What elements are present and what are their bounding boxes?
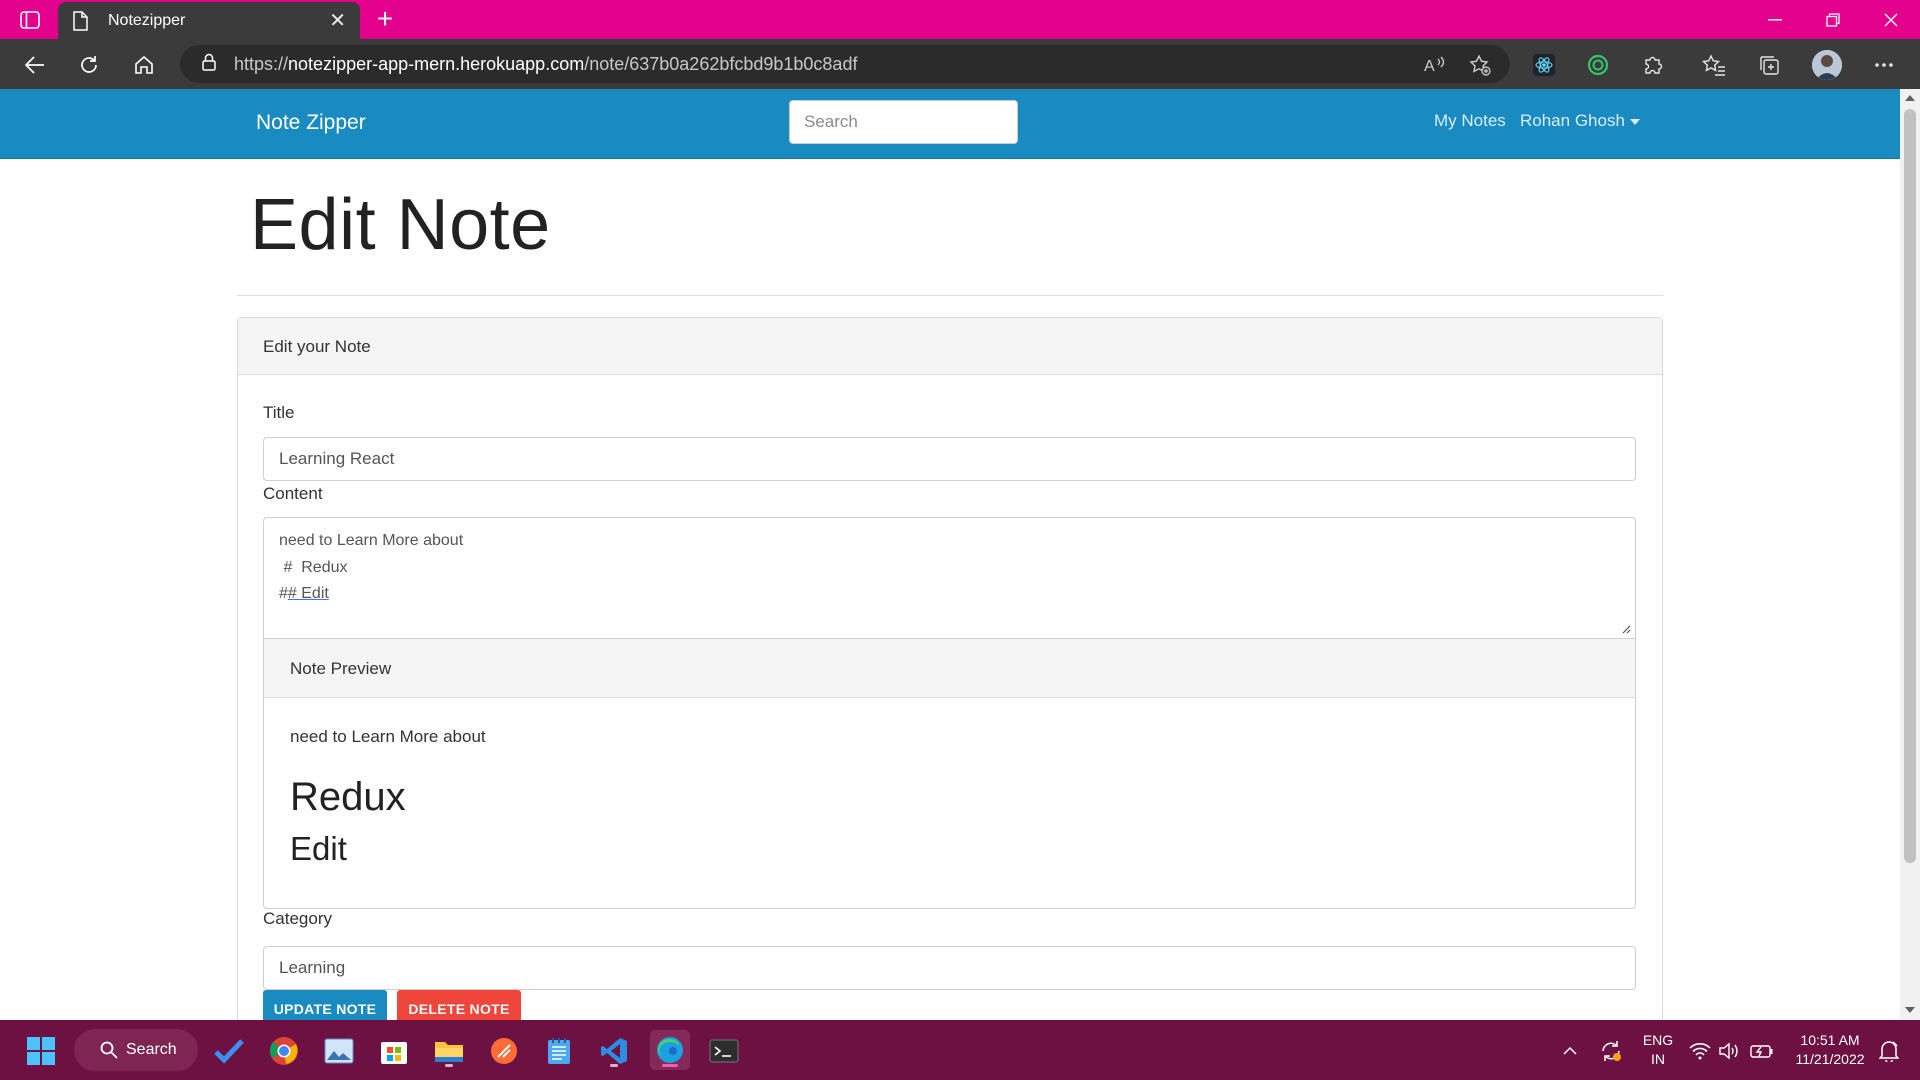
title-label: Title: [263, 403, 295, 422]
taskbar-search[interactable]: Search: [74, 1029, 198, 1071]
delete-note-button[interactable]: DELETE NOTE: [397, 990, 521, 1020]
restore-button[interactable]: [1804, 0, 1862, 39]
running-indicator: [445, 1064, 453, 1067]
extensions-puzzle-icon[interactable]: [1636, 48, 1670, 82]
todo-app-icon[interactable]: [210, 1032, 248, 1070]
notification-bell-icon[interactable]: [1876, 1032, 1902, 1070]
scroll-thumb[interactable]: [1904, 109, 1916, 863]
user-menu-dropdown[interactable]: Rohan Ghosh: [1520, 111, 1640, 131]
extension-green-icon[interactable]: [1581, 48, 1615, 82]
notepad-icon[interactable]: [540, 1032, 578, 1070]
search-icon: [100, 1041, 118, 1059]
postman-icon[interactable]: [485, 1032, 523, 1070]
url-text: https://notezipper-app-mern.herokuapp.co…: [234, 53, 858, 74]
category-label: Category: [263, 909, 332, 928]
scroll-down-icon[interactable]: [1905, 1007, 1915, 1013]
page-title: Edit Note: [250, 185, 551, 265]
title-input[interactable]: [263, 437, 1636, 481]
svg-text:A: A: [1424, 58, 1435, 74]
update-note-button[interactable]: UPDATE NOTE: [263, 990, 387, 1020]
clock-time: 10:51 AM: [1800, 1032, 1860, 1048]
url-field[interactable]: https://notezipper-app-mern.herokuapp.co…: [180, 45, 1510, 83]
active-indicator: [662, 1064, 678, 1067]
lock-icon[interactable]: [202, 53, 216, 76]
resize-handle-icon[interactable]: [1621, 624, 1631, 634]
browser-tab[interactable]: Notezipper ✕: [58, 2, 360, 39]
chevron-down-icon: [1629, 118, 1640, 125]
minimize-button[interactable]: [1746, 0, 1804, 39]
refresh-button[interactable]: [72, 48, 106, 82]
react-devtools-icon[interactable]: [1527, 48, 1561, 82]
show-hidden-icons[interactable]: [1551, 1032, 1589, 1070]
close-tab-icon[interactable]: ✕: [329, 8, 346, 33]
card-header: Edit your Note: [238, 318, 1662, 375]
vscode-icon[interactable]: [595, 1032, 633, 1070]
preview-paragraph: need to Learn More about: [290, 727, 486, 746]
my-notes-link[interactable]: My Notes: [1434, 111, 1506, 131]
wifi-icon[interactable]: [1686, 1032, 1714, 1070]
preview-heading-1: Redux: [290, 775, 406, 819]
category-input[interactable]: [263, 946, 1636, 990]
content-line: ## Edit: [279, 585, 329, 602]
tab-actions-icon[interactable]: [16, 8, 44, 32]
user-name: Rohan Ghosh: [1520, 111, 1625, 130]
clock[interactable]: 10:51 AM 11/21/2022: [1786, 1031, 1874, 1069]
content-label: Content: [263, 484, 323, 503]
search-input[interactable]: [789, 100, 1018, 144]
volume-icon[interactable]: [1716, 1032, 1744, 1070]
battery-icon[interactable]: [1748, 1032, 1776, 1070]
home-button[interactable]: [127, 48, 161, 82]
title-divider: [237, 295, 1663, 296]
preview-body: need to Learn More about Redux Edit: [264, 698, 1635, 897]
back-button[interactable]: [18, 48, 52, 82]
add-favorite-icon[interactable]: [1463, 48, 1497, 82]
edge-icon[interactable]: [650, 1030, 690, 1070]
collections-icon[interactable]: [1752, 48, 1786, 82]
page-icon: [72, 10, 94, 31]
address-bar-row: https://notezipper-app-mern.herokuapp.co…: [0, 39, 1920, 89]
content-line: need to Learn More about: [279, 532, 464, 549]
taskbar-search-label: Search: [126, 1041, 177, 1058]
page-scrollbar[interactable]: [1900, 89, 1920, 1020]
microsoft-store-icon[interactable]: [375, 1032, 413, 1070]
terminal-icon[interactable]: [705, 1032, 743, 1070]
profile-avatar[interactable]: [1812, 50, 1842, 80]
windows-taskbar: Search ENG IN 10:51 AM 11/21/2022: [0, 1020, 1920, 1080]
preview-heading-2: Edit: [290, 830, 347, 867]
language-indicator[interactable]: ENG IN: [1640, 1031, 1676, 1069]
content-textarea[interactable]: need to Learn More about # Redux ## Edit: [263, 517, 1636, 639]
read-aloud-icon[interactable]: A: [1418, 48, 1452, 82]
new-tab-button[interactable]: +: [368, 4, 402, 36]
running-indicator: [610, 1064, 618, 1067]
note-preview-card: Note Preview need to Learn More about Re…: [263, 639, 1636, 909]
preview-header: Note Preview: [264, 639, 1635, 698]
favorites-icon[interactable]: [1697, 48, 1731, 82]
brand-link[interactable]: Note Zipper: [256, 111, 366, 135]
chrome-icon[interactable]: [265, 1032, 303, 1070]
page-viewport: Note Zipper My Notes Rohan Ghosh Edit No…: [0, 89, 1920, 1020]
sync-status-icon[interactable]: [1592, 1032, 1630, 1070]
app-navbar: Note Zipper My Notes Rohan Ghosh: [0, 89, 1900, 159]
start-icon[interactable]: [22, 1032, 60, 1070]
browser-title-bar: Notezipper ✕ +: [0, 0, 1920, 39]
scroll-up-icon[interactable]: [1905, 95, 1915, 101]
more-options-icon[interactable]: [1867, 48, 1901, 82]
file-explorer-icon[interactable]: [430, 1032, 468, 1070]
close-window-button[interactable]: [1862, 0, 1920, 39]
content-line: # Redux: [279, 558, 348, 576]
clock-date: 11/21/2022: [1795, 1051, 1865, 1067]
photos-app-icon[interactable]: [320, 1032, 358, 1070]
tab-title: Notezipper: [108, 11, 186, 29]
